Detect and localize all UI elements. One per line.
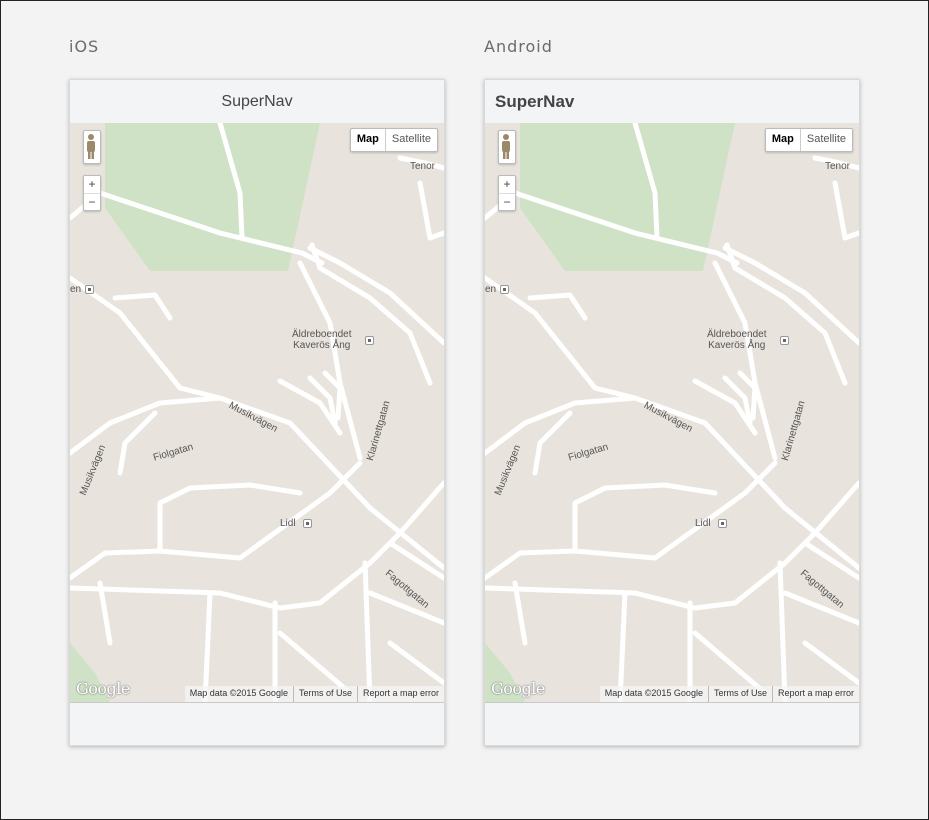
poi-label-line: Äldreboendet	[292, 329, 352, 340]
android-phone: SuperNav Tenor en Äldreboendet Kaverös Å…	[484, 79, 860, 746]
poi-label-line: Kaverös Ång	[293, 340, 351, 351]
google-logo: Google	[491, 679, 545, 698]
map-view[interactable]: Tenor en Äldreboendet Kaverös Ång Musikv…	[70, 123, 444, 702]
pegman-icon[interactable]	[83, 130, 101, 164]
poi-icon	[500, 285, 509, 294]
poi-label-aldreboendet: Äldreboendet Kaverös Ång	[707, 329, 767, 351]
zoom-control: + −	[498, 175, 516, 211]
android-label: Android	[484, 37, 553, 56]
pegman-icon	[502, 134, 510, 159]
street-label-tenor: Tenor	[825, 161, 851, 172]
app-bar: SuperNav	[485, 80, 859, 124]
ios-label: iOS	[69, 37, 100, 56]
zoom-in-button[interactable]: +	[499, 176, 515, 194]
ios-phone: SuperNav Tenor en Äldreboendet Kaverös Å…	[69, 79, 445, 746]
map-view[interactable]: Tenor en Äldreboendet Kaverös Ång Musikv…	[485, 123, 859, 702]
map-type-control: Map Satellite	[764, 128, 853, 152]
zoom-control: + −	[83, 175, 101, 211]
map-data-label: Map data ©2015 Google	[189, 688, 288, 698]
poi-label-lidl: Lidl	[280, 518, 296, 529]
map-type-satellite-button[interactable]: Satellite	[801, 129, 852, 151]
zoom-out-button[interactable]: −	[499, 194, 515, 211]
terms-of-use-link[interactable]: Terms of Use	[707, 686, 772, 702]
app-title: SuperNav	[221, 93, 293, 110]
map-attribution: Map data ©2015 Google Terms of Use Repor…	[599, 686, 859, 702]
poi-icon	[365, 336, 374, 345]
street-label-tenor: Tenor	[410, 161, 436, 172]
map-type-map-button[interactable]: Map	[766, 129, 801, 151]
report-map-error-link[interactable]: Report a map error	[356, 686, 444, 702]
poi-label-aldreboendet: Äldreboendet Kaverös Ång	[292, 329, 352, 351]
map-type-map-button[interactable]: Map	[351, 129, 386, 151]
poi-label-lidl: Lidl	[695, 518, 711, 529]
shop-icon	[303, 519, 312, 528]
app-title: SuperNav	[495, 92, 575, 111]
pegman-icon	[87, 134, 95, 159]
street-label-en: en	[70, 284, 82, 295]
map-type-satellite-button[interactable]: Satellite	[386, 129, 437, 151]
poi-icon	[780, 336, 789, 345]
pegman-icon[interactable]	[498, 130, 516, 164]
street-label-en: en	[485, 284, 497, 295]
google-logo: Google	[76, 679, 130, 698]
poi-label-line: Kaverös Ång	[708, 340, 766, 351]
poi-label-line: Äldreboendet	[707, 329, 767, 340]
bottom-bar	[485, 702, 859, 745]
terms-of-use-link[interactable]: Terms of Use	[292, 686, 357, 702]
bottom-bar	[70, 702, 444, 745]
shop-icon	[718, 519, 727, 528]
map-attribution: Map data ©2015 Google Terms of Use Repor…	[184, 686, 444, 702]
map-data-label: Map data ©2015 Google	[604, 688, 703, 698]
map-type-control: Map Satellite	[349, 128, 438, 152]
poi-icon	[85, 285, 94, 294]
zoom-in-button[interactable]: +	[84, 176, 100, 194]
report-map-error-link[interactable]: Report a map error	[771, 686, 859, 702]
app-bar: SuperNav	[70, 80, 444, 124]
zoom-out-button[interactable]: −	[84, 194, 100, 211]
